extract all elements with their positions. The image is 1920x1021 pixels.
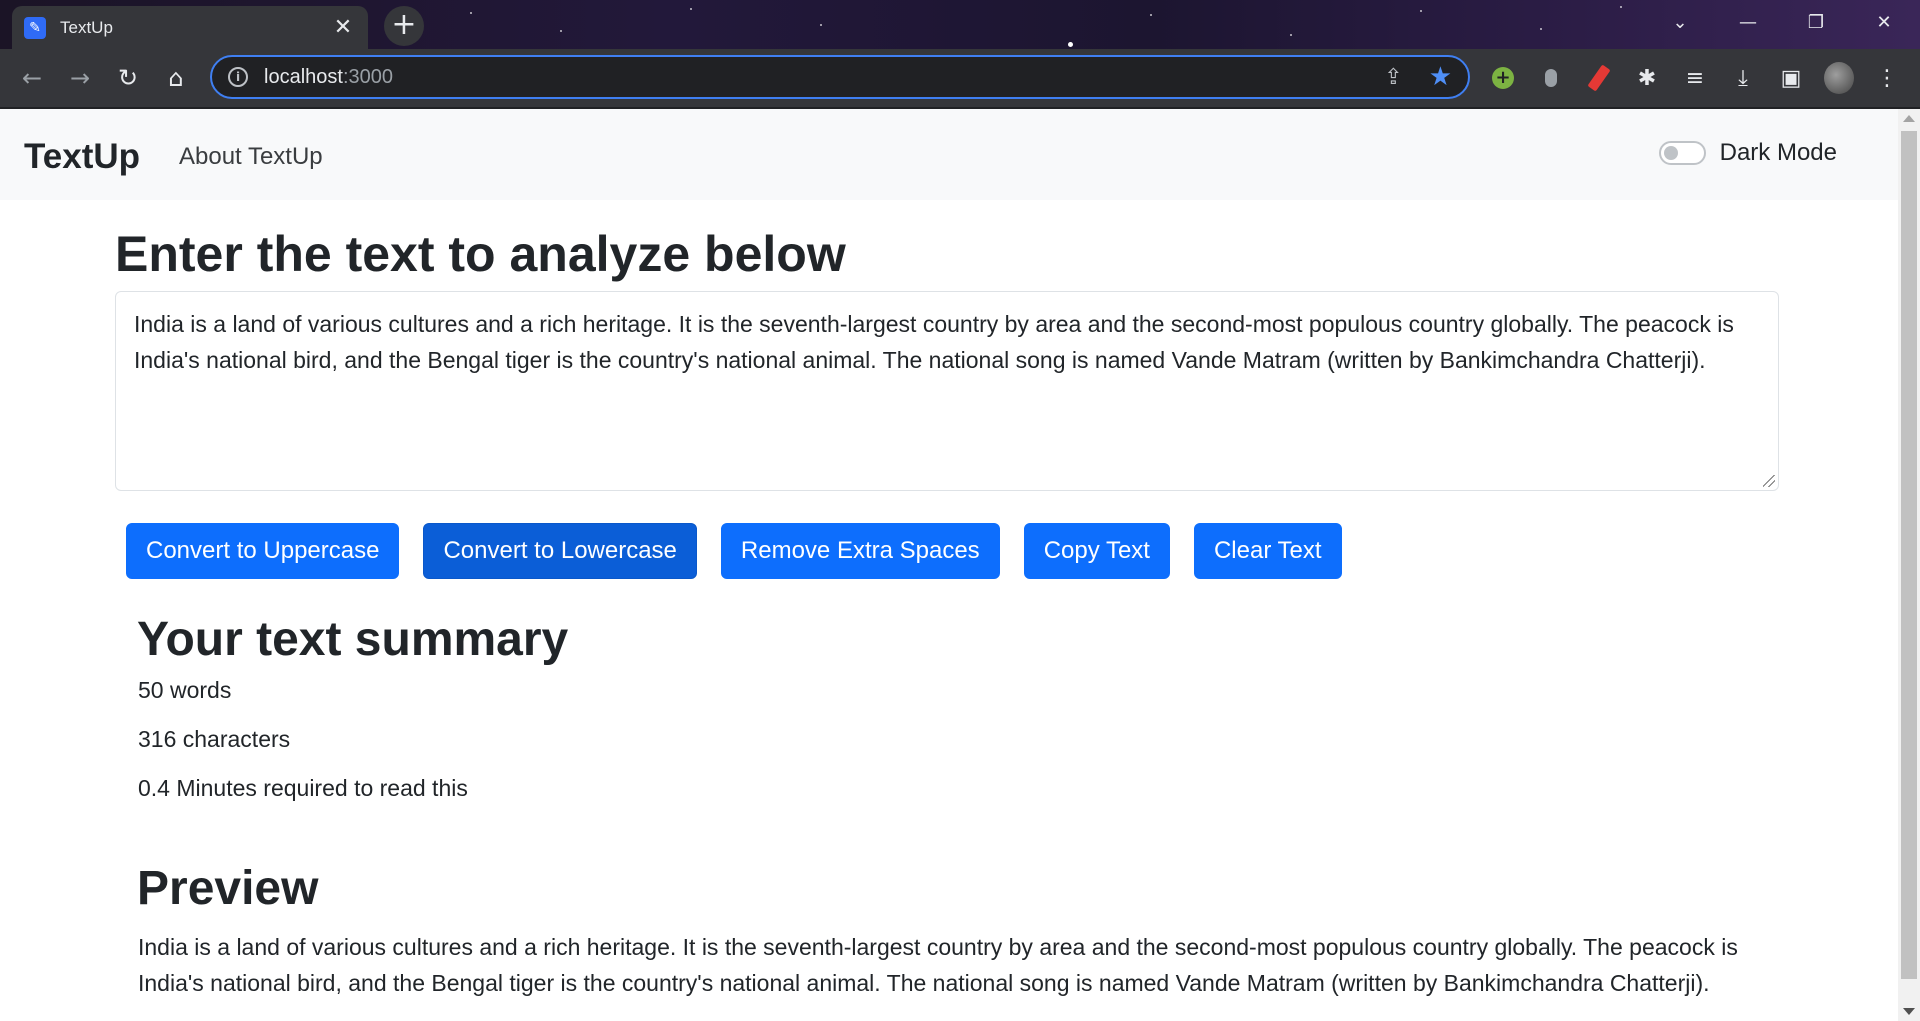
word-count: 50 words [138,677,232,703]
kebab-menu-icon[interactable]: ⋮ [1872,63,1902,93]
forward-arrow-icon[interactable]: → [62,61,98,95]
browser-tab-strip: ✎ TextUp ✕ + ⌄ — ❐ ✕ [0,0,1920,49]
side-panel-icon[interactable]: ▣ [1776,63,1806,93]
browser-tab-textup[interactable]: ✎ TextUp ✕ [12,6,368,49]
address-bar[interactable]: i localhost :3000 ⇪ ★ [210,55,1470,99]
text-input-value: India is a land of various cultures and … [134,311,1734,373]
address-port: :3000 [342,65,393,88]
info-icon[interactable]: i [228,67,248,87]
resize-handle[interactable] [1763,475,1775,487]
preview-title: Preview [137,862,319,915]
browser-toolbar: ← → ↻ ⌂ i localhost :3000 ⇪ ★ + ✱ ≡ ⤓ ▣ … [0,49,1920,107]
bookmark-star-icon[interactable]: ★ [1429,62,1452,92]
app-navbar: TextUp About TextUp Dark Mode [0,109,1898,200]
edit-note-icon: ✎ [24,16,46,39]
dark-mode-toggle[interactable]: Dark Mode [1658,139,1837,167]
page-scrollbar[interactable] [1898,109,1920,1021]
lowercase-button[interactable]: Convert to Lowercase [423,523,697,579]
extension-mouse-icon[interactable] [1536,63,1566,93]
scroll-down-arrow-icon[interactable] [1903,1008,1915,1015]
nav-about-link[interactable]: About TextUp [179,143,323,171]
extension-green-icon[interactable]: + [1488,63,1518,93]
download-icon[interactable]: ⤓ [1728,63,1758,93]
extension-red-pen-icon[interactable] [1584,63,1614,93]
share-icon[interactable]: ⇪ [1384,65,1402,90]
tab-title: TextUp [60,17,113,37]
new-tab-button[interactable]: + [384,6,424,46]
puzzle-icon[interactable]: ✱ [1632,63,1662,93]
page-title: Enter the text to analyze below [115,226,846,282]
character-count: 316 characters [138,726,291,752]
uppercase-button[interactable]: Convert to Uppercase [126,523,400,579]
restore-icon[interactable]: ❐ [1782,0,1850,44]
text-input[interactable]: India is a land of various cultures and … [115,291,1779,491]
scroll-up-arrow-icon[interactable] [1903,115,1915,122]
back-arrow-icon[interactable]: ← [14,61,50,95]
media-queue-icon[interactable]: ≡ [1680,63,1710,93]
home-icon[interactable]: ⌂ [158,61,194,95]
tab-search-icon[interactable]: ⌄ [1646,0,1714,44]
close-tab-icon[interactable]: ✕ [330,15,356,40]
scrollbar-thumb[interactable] [1901,131,1917,979]
clear-text-button[interactable]: Clear Text [1193,523,1342,579]
preview-text: India is a land of various cultures and … [138,934,1738,996]
summary-title: Your text summary [137,613,569,666]
dark-mode-switch[interactable] [1658,141,1706,165]
read-time: 0.4 Minutes required to read this [138,775,468,801]
switch-knob [1663,146,1678,160]
remove-extra-spaces-button[interactable]: Remove Extra Spaces [720,523,1000,579]
dark-mode-label: Dark Mode [1719,139,1837,166]
brand-link[interactable]: TextUp [24,137,140,177]
page-viewport: TextUp About TextUp Dark Mode Enter the … [0,109,1898,1021]
minimize-icon[interactable]: — [1714,0,1782,44]
window-close-icon[interactable]: ✕ [1850,0,1918,44]
address-host: localhost [264,65,343,88]
profile-avatar[interactable] [1824,62,1854,94]
action-buttons: Convert to Uppercase Convert to Lowercas… [126,523,1342,579]
copy-text-button[interactable]: Copy Text [1023,523,1170,579]
reload-icon[interactable]: ↻ [110,61,146,95]
